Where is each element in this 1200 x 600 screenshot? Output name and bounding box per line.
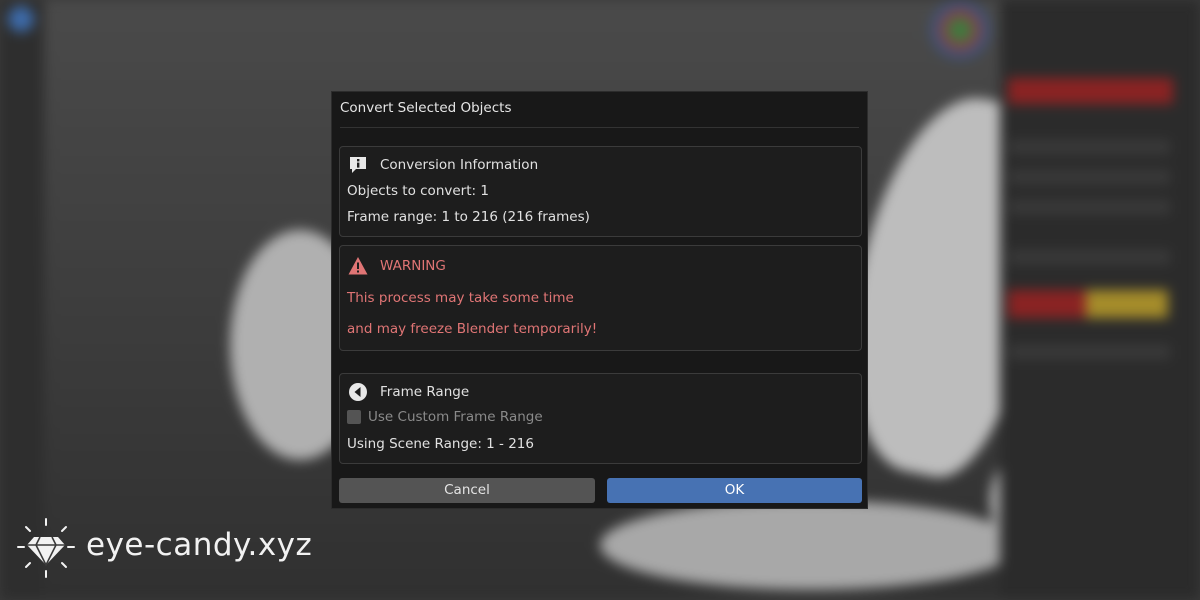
frame-range-panel: Frame Range Use Custom Frame Range Using… (339, 373, 862, 464)
warning-triangle-icon (348, 257, 368, 275)
conversion-info-heading: Conversion Information (380, 157, 539, 173)
frame-range-text: Frame range: 1 to 216 (216 frames) (347, 209, 590, 225)
warning-heading: WARNING (380, 258, 446, 274)
scene-range-text: Using Scene Range: 1 - 216 (347, 436, 534, 452)
custom-frame-range-checkbox[interactable] (347, 410, 361, 424)
objects-to-convert-text: Objects to convert: 1 (347, 183, 489, 199)
warning-line-1: This process may take some time (347, 290, 574, 306)
conversion-info-panel: Conversion Information Objects to conver… (339, 146, 862, 237)
title-divider (340, 127, 859, 128)
warning-line-2: and may freeze Blender temporarily! (347, 321, 598, 337)
info-icon (350, 157, 366, 173)
cancel-button[interactable]: Cancel (339, 478, 595, 503)
navigation-gizmo-icon (925, 0, 995, 60)
toolbar-background (0, 0, 44, 600)
back-arrow-icon (349, 383, 367, 401)
ok-button[interactable]: OK (607, 478, 862, 503)
active-tool-icon (8, 6, 34, 32)
watermark-text: eye-candy.xyz (86, 527, 313, 563)
frame-range-heading: Frame Range (380, 384, 470, 400)
warning-panel: WARNING This process may take some time … (339, 245, 862, 351)
custom-frame-range-label[interactable]: Use Custom Frame Range (368, 409, 543, 425)
diamond-logo-icon (17, 518, 75, 578)
dialog-title: Convert Selected Objects (340, 100, 512, 116)
convert-dialog: Convert Selected Objects Conversion Info… (331, 91, 868, 509)
